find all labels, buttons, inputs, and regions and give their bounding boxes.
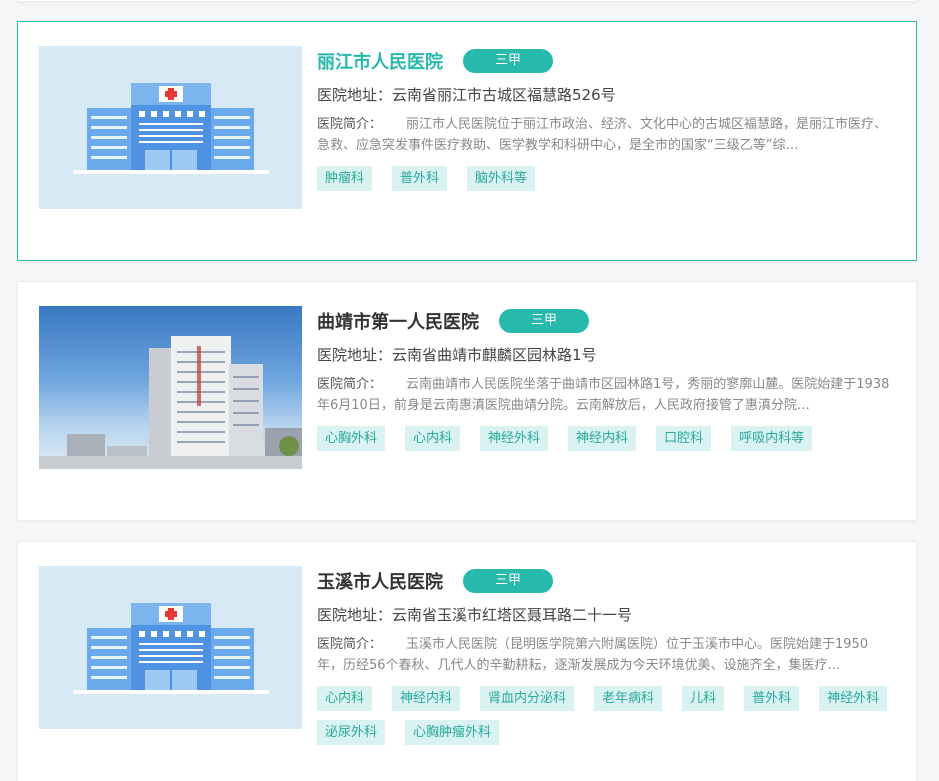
department-tags: 心内科 神经内科 肾血内分泌科 老年病科 儿科 普外科 神经外科 泌尿外科 心胸… — [317, 686, 897, 745]
hospital-intro: 医院简介： 玉溪市人民医院（昆明医学院第六附属医院）位于玉溪市中心。医院始建于19… — [317, 634, 894, 676]
hospital-level-badge: 三甲 — [499, 309, 589, 333]
hospital-level-badge: 三甲 — [463, 569, 553, 593]
hospital-name[interactable]: 玉溪市人民医院 — [317, 568, 443, 594]
hospital-intro-label: 医院简介： — [317, 377, 383, 392]
hospital-card[interactable]: 丽江市人民医院 三甲 医院地址：云南省丽江市古城区福慧路526号 医院简介： 丽江… — [17, 21, 917, 261]
hospital-level-badge: 三甲 — [463, 49, 553, 73]
department-tag[interactable]: 老年病科 — [594, 686, 663, 711]
department-tag[interactable]: 心胸外科 — [317, 426, 386, 451]
hospital-building-icon — [73, 603, 269, 694]
department-tag[interactable]: 神经内科 — [568, 426, 637, 451]
hospital-building-icon — [73, 83, 269, 174]
department-tag[interactable]: 普外科 — [392, 166, 448, 191]
hospital-address: 医院地址：云南省玉溪市红塔区聂耳路二十一号 — [317, 606, 633, 624]
department-tag[interactable]: 口腔科 — [656, 426, 712, 451]
hospital-info: 丽江市人民医院 三甲 医院地址：云南省丽江市古城区福慧路526号 医院简介： 丽江… — [317, 46, 894, 191]
department-tags: 肿瘤科 普外科 脑外科等 — [317, 166, 897, 191]
hospital-name[interactable]: 曲靖市第一人民医院 — [317, 308, 479, 334]
department-tag[interactable]: 心内科 — [317, 686, 373, 711]
department-tag[interactable]: 肿瘤科 — [317, 166, 373, 191]
hospital-card-previous[interactable] — [17, 0, 917, 2]
hospital-info: 曲靖市第一人民医院 三甲 医院地址：云南省曲靖市麒麟区园林路1号 医院简介： 云南… — [317, 306, 894, 451]
hospital-info: 玉溪市人民医院 三甲 医院地址：云南省玉溪市红塔区聂耳路二十一号 医院简介： 玉溪… — [317, 566, 894, 745]
department-tag[interactable]: 儿科 — [682, 686, 725, 711]
hospital-card[interactable]: 玉溪市人民医院 三甲 医院地址：云南省玉溪市红塔区聂耳路二十一号 医院简介： 玉溪… — [17, 541, 917, 781]
hospital-placeholder-image[interactable] — [39, 46, 302, 209]
hospital-list-page: 丽江市人民医院 三甲 医院地址：云南省丽江市古城区福慧路526号 医院简介： 丽江… — [0, 0, 939, 781]
hospital-card[interactable]: 曲靖市第一人民医院 三甲 医院地址：云南省曲靖市麒麟区园林路1号 医院简介： 云南… — [17, 281, 917, 521]
hospital-intro: 医院简介： 丽江市人民医院位于丽江市政治、经济、文化中心的古城区福慧路，是丽江市医… — [317, 114, 894, 156]
building-photo-icon — [39, 336, 302, 469]
hospital-intro: 医院简介： 云南曲靖市人民医院坐落于曲靖市区园林路1号，秀丽的寥廓山麓。医院始建于… — [317, 374, 894, 416]
department-tags: 心胸外科 心内科 神经外科 神经内科 口腔科 呼吸内科等 — [317, 426, 897, 451]
department-tag[interactable]: 呼吸内科等 — [731, 426, 813, 451]
hospital-address: 医院地址：云南省曲靖市麒麟区园林路1号 — [317, 346, 597, 364]
department-tag[interactable]: 心胸肿瘤外科 — [405, 720, 500, 745]
department-tag[interactable]: 肾血内分泌科 — [480, 686, 575, 711]
hospital-address: 医院地址：云南省丽江市古城区福慧路526号 — [317, 86, 616, 104]
hospital-intro-label: 医院简介： — [317, 637, 383, 652]
hospital-intro-text: 玉溪市人民医院（昆明医学院第六附属医院）位于玉溪市中心。医院始建于1950年，历… — [317, 637, 869, 673]
hospital-intro-label: 医院简介： — [317, 117, 383, 132]
hospital-intro-text: 丽江市人民医院位于丽江市政治、经济、文化中心的古城区福慧路，是丽江市医疗、急救、… — [317, 117, 888, 153]
department-tag[interactable]: 心内科 — [405, 426, 461, 451]
department-tag[interactable]: 神经外科 — [819, 686, 888, 711]
hospital-intro-text: 云南曲靖市人民医院坐落于曲靖市区园林路1号，秀丽的寥廓山麓。医院始建于1938年… — [317, 377, 890, 413]
department-tag[interactable]: 脑外科等 — [467, 166, 536, 191]
department-tag[interactable]: 泌尿外科 — [317, 720, 386, 745]
hospital-photo[interactable] — [39, 306, 302, 469]
department-tag[interactable]: 神经内科 — [392, 686, 461, 711]
department-tag[interactable]: 普外科 — [744, 686, 800, 711]
hospital-placeholder-image[interactable] — [39, 566, 302, 729]
hospital-name[interactable]: 丽江市人民医院 — [317, 48, 443, 74]
department-tag[interactable]: 神经外科 — [480, 426, 549, 451]
